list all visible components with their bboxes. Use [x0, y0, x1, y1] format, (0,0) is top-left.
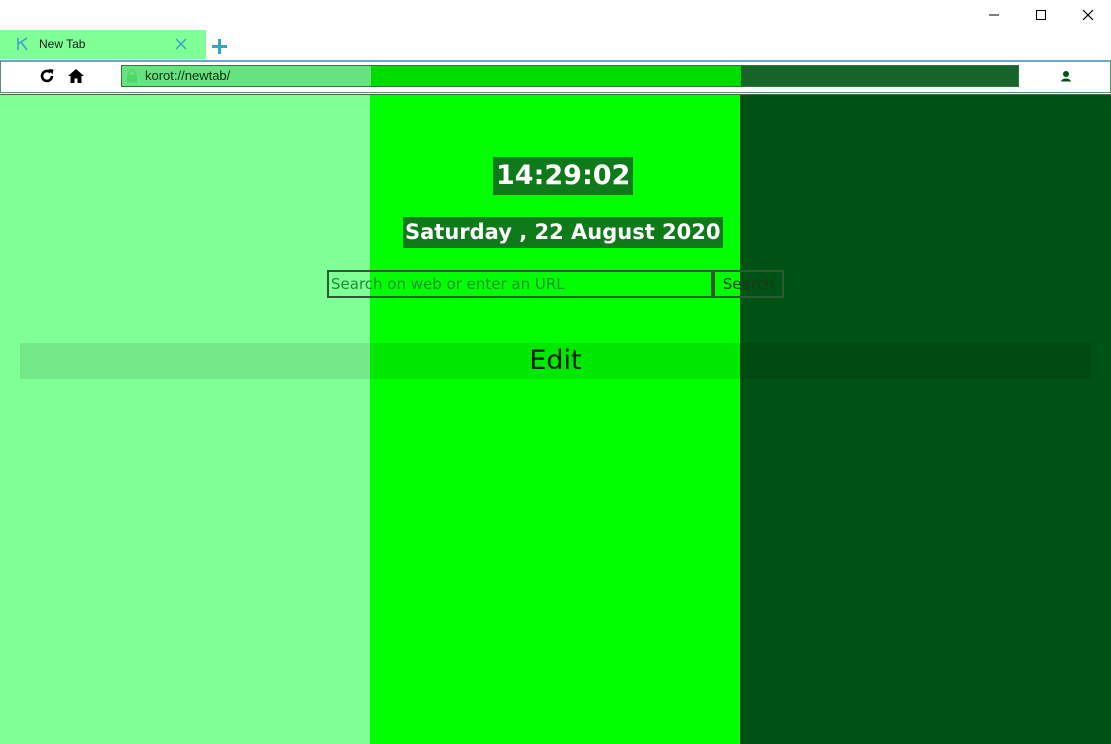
- hamburger-menu-icon[interactable]: [1085, 67, 1105, 85]
- lock-icon: [127, 69, 137, 83]
- maximize-button[interactable]: [1017, 0, 1064, 30]
- home-icon[interactable]: [67, 67, 85, 85]
- close-window-button[interactable]: [1064, 0, 1111, 30]
- minimize-button[interactable]: [970, 0, 1017, 30]
- navigation-toolbar: korot://newtab/: [0, 60, 1111, 93]
- window-controls: [970, 0, 1111, 30]
- minimize-icon: [988, 14, 999, 16]
- tab-title: New Tab: [39, 37, 86, 51]
- url-text: korot://newtab/: [145, 68, 231, 83]
- date-label: Saturday , 22 August 2020: [403, 217, 723, 248]
- new-tab-plus-icon[interactable]: [211, 38, 228, 55]
- search-button[interactable]: Search: [713, 270, 784, 298]
- address-bar-bg-right: [741, 66, 1018, 86]
- background-band-left: [0, 95, 370, 744]
- close-icon: [1082, 9, 1093, 21]
- address-bar[interactable]: korot://newtab/: [121, 65, 1019, 87]
- heart-icon[interactable]: [1028, 67, 1046, 85]
- refresh-icon[interactable]: [38, 67, 56, 85]
- new-tab-page: 14:29:02 Saturday , 22 August 2020 Searc…: [0, 94, 1111, 744]
- edit-button[interactable]: Edit: [20, 343, 1091, 379]
- tab-strip: New Tab: [0, 30, 1111, 60]
- address-bar-bg-middle: [371, 66, 741, 86]
- tab-close-icon[interactable]: [174, 37, 188, 51]
- korot-logo-icon: [17, 37, 28, 51]
- maximize-icon: [1035, 10, 1046, 20]
- user-icon[interactable]: [1057, 67, 1075, 85]
- clock: 14:29:02: [493, 157, 634, 195]
- search-input[interactable]: [327, 270, 713, 298]
- background-band-right: [740, 95, 1111, 744]
- tab-new-tab[interactable]: New Tab: [0, 30, 206, 59]
